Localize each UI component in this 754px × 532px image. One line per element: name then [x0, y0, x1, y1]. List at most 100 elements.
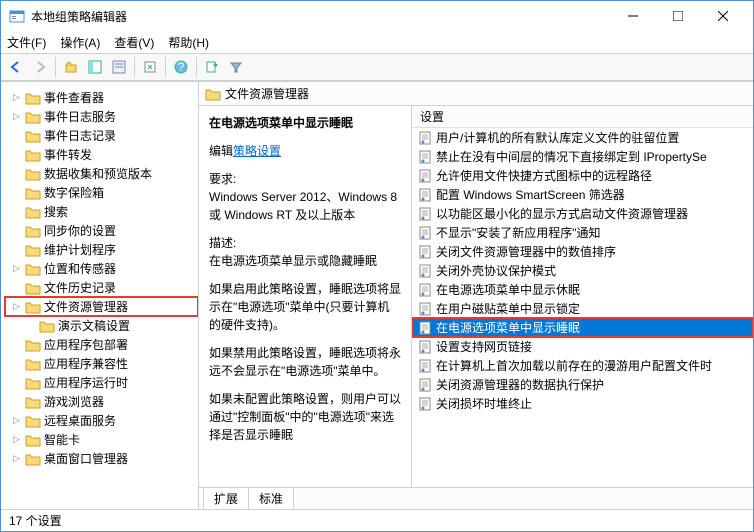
- setting-item[interactable]: 在用户磁贴菜单中显示锁定: [412, 299, 753, 318]
- setting-item[interactable]: 用户/计算机的所有默认库定义文件的驻留位置: [412, 128, 753, 147]
- help-button[interactable]: ?: [170, 56, 192, 78]
- settings-list-pane: 设置 用户/计算机的所有默认库定义文件的驻留位置禁止在没有中间层的情况下直接绑定…: [411, 106, 753, 487]
- minimize-button[interactable]: [610, 2, 655, 31]
- policy-icon: [418, 359, 432, 373]
- tabs: 扩展 标准: [199, 487, 753, 509]
- setting-label: 在用户磁贴菜单中显示锁定: [436, 300, 580, 317]
- desc-p3: 如果未配置此策略设置，则用户可以通过"控制面板"中的"电源选项"来选择是否显示睡…: [209, 390, 401, 444]
- back-button[interactable]: [5, 56, 27, 78]
- req-text: Windows Server 2012、Windows 8 或 Windows …: [209, 190, 397, 222]
- tree-item[interactable]: 应用程序包部署: [5, 335, 198, 354]
- separator: [55, 57, 56, 77]
- close-button[interactable]: [700, 2, 745, 31]
- content-header: 文件资源管理器: [199, 82, 753, 106]
- status-text: 17 个设置: [9, 512, 62, 529]
- export-button[interactable]: [201, 56, 223, 78]
- folder-icon: [25, 262, 41, 276]
- tree-item[interactable]: 文件历史记录: [5, 278, 198, 297]
- tree-item[interactable]: ▷事件查看器: [5, 88, 198, 107]
- setting-label: 在电源选项菜单中显示睡眠: [436, 319, 580, 336]
- tree-item[interactable]: ▷远程桌面服务: [5, 411, 198, 430]
- setting-item[interactable]: 在电源选项菜单中显示休眠: [412, 280, 753, 299]
- tree-item-label: 搜索: [44, 203, 68, 220]
- tree-item[interactable]: 应用程序运行时: [5, 373, 198, 392]
- tab-extended[interactable]: 扩展: [203, 487, 249, 509]
- setting-item[interactable]: 在电源选项菜单中显示睡眠: [412, 318, 753, 337]
- titlebar: 本地组策略编辑器: [1, 1, 753, 31]
- setting-label: 配置 Windows SmartScreen 筛选器: [436, 186, 625, 203]
- tree-item[interactable]: ▷事件日志服务: [5, 107, 198, 126]
- settings-list[interactable]: 用户/计算机的所有默认库定义文件的驻留位置禁止在没有中间层的情况下直接绑定到 I…: [412, 128, 753, 487]
- expand-arrow-icon[interactable]: ▷: [13, 111, 25, 122]
- tree-item-label: 桌面窗口管理器: [44, 450, 128, 467]
- tree-item[interactable]: ▷ 桌面窗口管理器: [5, 449, 198, 468]
- forward-button[interactable]: [29, 56, 51, 78]
- desc-p1: 如果启用此策略设置，睡眠选项将显示在"电源选项"菜单中(只要计算机的硬件支持)。: [209, 280, 401, 334]
- expand-arrow-icon[interactable]: ▷: [13, 453, 25, 464]
- policy-icon: [418, 283, 432, 297]
- maximize-button[interactable]: [655, 2, 700, 31]
- tree-item-label: 事件日志记录: [44, 127, 116, 144]
- setting-label: 用户/计算机的所有默认库定义文件的驻留位置: [436, 129, 679, 146]
- tree-item[interactable]: 游戏浏览器: [5, 392, 198, 411]
- setting-item[interactable]: 关闭文件资源管理器中的数值排序: [412, 242, 753, 261]
- tree-item-label: 数字保险箱: [44, 184, 104, 201]
- tree-item[interactable]: 事件转发: [5, 145, 198, 164]
- expand-arrow-icon[interactable]: ▷: [13, 263, 25, 274]
- setting-item[interactable]: 设置支持网页链接: [412, 337, 753, 356]
- expand-arrow-icon[interactable]: ▷: [13, 434, 25, 445]
- toolbar: ?: [1, 53, 753, 81]
- tree-item[interactable]: 同步你的设置: [5, 221, 198, 240]
- tree-item[interactable]: 维护计划程序: [5, 240, 198, 259]
- properties-button[interactable]: [108, 56, 130, 78]
- tree-item-label: 同步你的设置: [44, 222, 116, 239]
- tree-item-label: 位置和传感器: [44, 260, 116, 277]
- policy-icon: [418, 264, 432, 278]
- show-tree-button[interactable]: [84, 56, 106, 78]
- tree-panel[interactable]: ▷事件查看器▷事件日志服务事件日志记录事件转发数据收集和预览版本数字保险箱搜索同…: [1, 82, 199, 509]
- window-title: 本地组策略编辑器: [31, 8, 610, 25]
- setting-item[interactable]: 在计算机上首次加载以前存在的漫游用户配置文件时: [412, 356, 753, 375]
- setting-item[interactable]: 关闭损坏时堆终止: [412, 394, 753, 413]
- menu-file[interactable]: 文件(F): [7, 34, 46, 51]
- tree-item[interactable]: ▷ 位置和传感器: [5, 259, 198, 278]
- menu-help[interactable]: 帮助(H): [168, 34, 209, 51]
- tree-item[interactable]: 应用程序兼容性: [5, 354, 198, 373]
- edit-policy-link[interactable]: 策略设置: [233, 144, 281, 158]
- tree-item[interactable]: 演示文稿设置: [5, 316, 198, 335]
- policy-icon: [418, 340, 432, 354]
- tab-standard[interactable]: 标准: [248, 487, 294, 509]
- expand-arrow-icon[interactable]: ▷: [13, 92, 25, 103]
- menu-view[interactable]: 查看(V): [114, 34, 154, 51]
- refresh-button[interactable]: [139, 56, 161, 78]
- filter-button[interactable]: [225, 56, 247, 78]
- setting-item[interactable]: 允许使用文件快捷方式图标中的远程路径: [412, 166, 753, 185]
- content-title: 文件资源管理器: [225, 85, 309, 102]
- setting-item[interactable]: 以功能区最小化的显示方式启动文件资源管理器: [412, 204, 753, 223]
- up-button[interactable]: [60, 56, 82, 78]
- folder-icon: [25, 376, 41, 390]
- tree-item[interactable]: 数字保险箱: [5, 183, 198, 202]
- expand-arrow-icon[interactable]: ▷: [13, 415, 25, 426]
- folder-icon: [25, 186, 41, 200]
- list-column-header[interactable]: 设置: [412, 106, 753, 128]
- setting-item[interactable]: 禁止在没有中间层的情况下直接绑定到 IPropertySe: [412, 147, 753, 166]
- folder-icon: [25, 243, 41, 257]
- folder-icon: [25, 395, 41, 409]
- separator: [196, 57, 197, 77]
- tree-item[interactable]: 数据收集和预览版本: [5, 164, 198, 183]
- setting-item[interactable]: 关闭资源管理器的数据执行保护: [412, 375, 753, 394]
- policy-icon: [418, 245, 432, 259]
- tree-item[interactable]: 事件日志记录: [5, 126, 198, 145]
- setting-item[interactable]: 不显示"安装了新应用程序"通知: [412, 223, 753, 242]
- tree-item[interactable]: 搜索: [5, 202, 198, 221]
- setting-item[interactable]: 配置 Windows SmartScreen 筛选器: [412, 185, 753, 204]
- tree-item[interactable]: ▷文件资源管理器: [5, 297, 198, 316]
- menubar: 文件(F) 操作(A) 查看(V) 帮助(H): [1, 31, 753, 53]
- expand-arrow-icon[interactable]: ▷: [13, 301, 25, 312]
- menu-action[interactable]: 操作(A): [60, 34, 100, 51]
- main-area: ▷事件查看器▷事件日志服务事件日志记录事件转发数据收集和预览版本数字保险箱搜索同…: [1, 81, 753, 509]
- tree-item[interactable]: ▷智能卡: [5, 430, 198, 449]
- setting-item[interactable]: 关闭外壳协议保护模式: [412, 261, 753, 280]
- folder-icon: [25, 148, 41, 162]
